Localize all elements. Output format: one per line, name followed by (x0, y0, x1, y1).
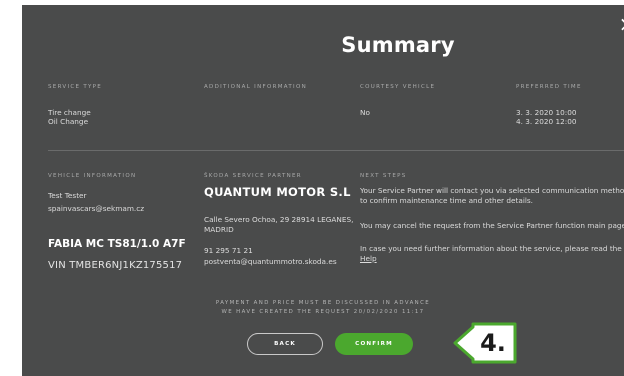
next-step-text: to confirm maintenance time and other de… (360, 196, 534, 205)
service-partner-email: postventa@quantummotro.skoda.es (204, 257, 337, 266)
customer-name: Test Tester (48, 191, 87, 200)
service-partner-phone: 91 295 71 21 (204, 246, 253, 255)
request-notice: PAYMENT AND PRICE MUST BE DISCUSSED IN A… (22, 299, 624, 317)
service-partner-address: Calle Severo Ochoa, 29 28914 LEGANES, (204, 215, 354, 224)
service-partner-address: MADRID (204, 225, 234, 234)
section-divider (48, 150, 624, 151)
additional-information-label: ADDITIONAL INFORMATION (204, 84, 308, 90)
vehicle-vin: VIN TMBER6NJ1KZ175517 (48, 260, 183, 271)
notice-line: WE HAVE CREATED THE REQUEST 20/02/2020 1… (221, 309, 425, 315)
help-link[interactable]: Help (360, 254, 377, 263)
page-title: Summary (341, 33, 455, 57)
service-partner-label: ŠKODA SERVICE PARTNER (204, 173, 302, 179)
customer-email: spainvascars@sekmam.cz (48, 204, 145, 213)
courtesy-vehicle-label: COURTESY VEHICLE (360, 84, 436, 90)
vehicle-information-label: VEHICLE INFORMATION (48, 173, 137, 179)
service-partner-name: QUANTUM MOTOR S.L (204, 185, 351, 199)
vehicle-model: FABIA MC TS81/1.0 A7F (48, 238, 186, 250)
next-step-text: In case you need further information abo… (360, 244, 622, 253)
next-step-text: Your Service Partner will contact you vi… (360, 186, 624, 195)
next-step-text: You may cancel the request from the Serv… (360, 221, 624, 230)
next-steps-label: NEXT STEPS (360, 173, 407, 179)
service-type-item: Oil Change (48, 117, 89, 126)
preferred-time-label: PREFERRED TIME (516, 84, 582, 90)
preferred-time-item: 4. 3. 2020 12:00 (516, 117, 577, 126)
confirm-button[interactable]: CONFIRM (335, 333, 413, 355)
courtesy-vehicle-value: No (360, 108, 370, 117)
summary-modal: × Summary SERVICE TYPE ADDITIONAL INFORM… (22, 5, 624, 376)
step-callout-label: 4. (480, 329, 506, 357)
service-type-label: SERVICE TYPE (48, 84, 103, 90)
service-type-item: Tire change (48, 108, 91, 117)
notice-line: PAYMENT AND PRICE MUST BE DISCUSSED IN A… (215, 300, 431, 306)
back-button[interactable]: BACK (247, 333, 323, 355)
preferred-time-item: 3. 3. 2020 10:00 (516, 108, 577, 117)
